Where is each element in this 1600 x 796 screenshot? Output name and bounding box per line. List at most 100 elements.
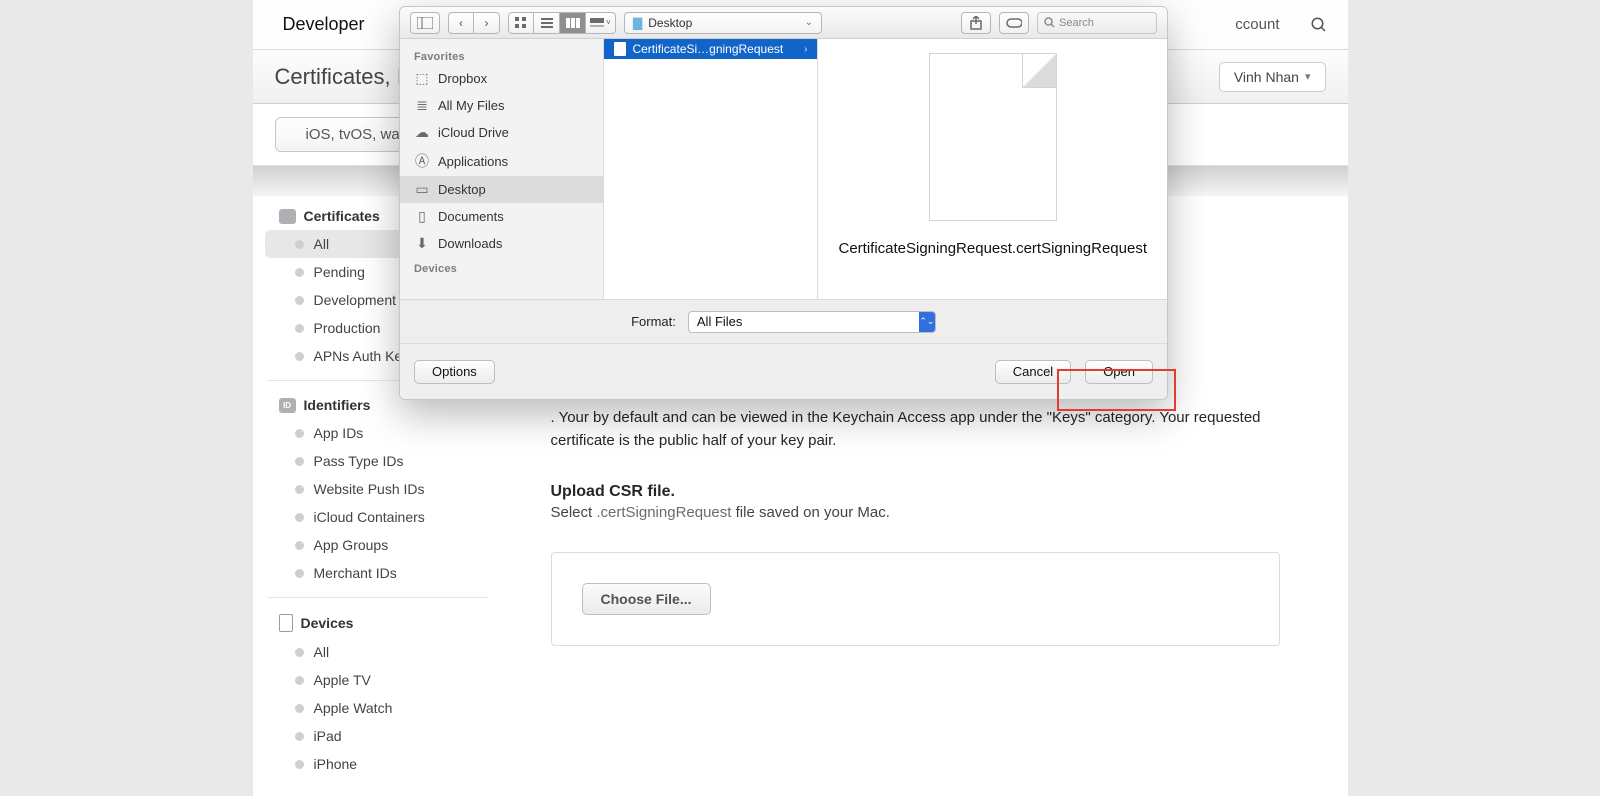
fav-icloud-drive[interactable]: ☁iCloud Drive: [400, 119, 603, 146]
icon-view-button[interactable]: [508, 12, 534, 34]
finder-preview-column: CertificateSigningRequest.certSigningReq…: [818, 39, 1167, 299]
dot-icon: [295, 676, 304, 685]
fav-applications[interactable]: ⒶApplications: [400, 146, 603, 176]
devices-header: Devices: [400, 257, 603, 277]
dot-icon: [295, 541, 304, 550]
share-button[interactable]: [961, 12, 991, 34]
dot-icon: [295, 296, 304, 305]
document-icon: [614, 42, 626, 56]
certificates-badge-icon: [279, 209, 296, 224]
chevron-right-icon: ›: [804, 44, 807, 55]
applications-icon: Ⓐ: [414, 151, 430, 171]
dot-icon: [295, 352, 304, 361]
dot-icon: [295, 704, 304, 713]
dot-icon: [295, 324, 304, 333]
upload-subtext: Select .certSigningRequest file saved on…: [551, 501, 1280, 524]
finder-browser: Favorites ⬚Dropbox ≣All My Files ☁iCloud…: [400, 39, 1167, 299]
back-button[interactable]: ‹: [448, 12, 474, 34]
fav-dropbox[interactable]: ⬚Dropbox: [400, 65, 603, 92]
file-preview-thumbnail: [929, 53, 1057, 221]
open-button[interactable]: Open: [1085, 360, 1153, 384]
file-name-full: CertificateSigningRequest.certSigningReq…: [838, 239, 1147, 259]
platform-tab-label: iOS, tvOS, wat: [306, 126, 404, 143]
dot-icon: [295, 429, 304, 438]
finder-open-dialog: ‹ › ˅ ▇ Desktop ⌄ Search Favorites: [399, 6, 1168, 400]
dot-icon: [295, 240, 304, 249]
csr-paragraph: . Your by default and can be viewed in t…: [551, 406, 1280, 453]
fav-downloads[interactable]: ⬇Downloads: [400, 230, 603, 257]
format-value: All Files: [697, 314, 743, 329]
dot-icon: [295, 569, 304, 578]
dropbox-icon: ⬚: [414, 70, 430, 87]
sidebar-item-devices-all[interactable]: All: [253, 638, 503, 666]
sidebar-item-devices-appletv[interactable]: Apple TV: [253, 666, 503, 694]
sidebar-item-website-push-ids[interactable]: Website Push IDs: [253, 475, 503, 503]
fav-all-my-files[interactable]: ≣All My Files: [400, 92, 603, 119]
dot-icon: [295, 485, 304, 494]
desktop-icon: ▭: [414, 181, 430, 198]
sidebar-item-pass-type-ids[interactable]: Pass Type IDs: [253, 447, 503, 475]
page-title: Certificates, I: [275, 64, 403, 90]
search-placeholder: Search: [1059, 17, 1094, 29]
nav-account-fragment[interactable]: ccount: [1235, 16, 1279, 33]
dot-icon: [295, 457, 304, 466]
csr-dropzone: Choose File...: [551, 552, 1280, 646]
upload-heading: Upload CSR file.: [551, 483, 1280, 501]
folder-icon: ▇: [633, 16, 642, 30]
options-button[interactable]: Options: [414, 360, 495, 384]
user-menu[interactable]: Vinh Nhan: [1219, 62, 1326, 92]
sidebar-item-merchant-ids[interactable]: Merchant IDs: [253, 559, 503, 587]
sidebar-item-devices-iphone[interactable]: iPhone: [253, 750, 503, 778]
sidebar-item-icloud-containers[interactable]: iCloud Containers: [253, 503, 503, 531]
identifiers-badge-icon: ID: [279, 398, 296, 413]
location-label: Desktop: [648, 16, 692, 30]
favorites-header: Favorites: [400, 45, 603, 65]
fav-documents[interactable]: ▯Documents: [400, 203, 603, 230]
format-label: Format:: [631, 314, 676, 329]
format-dropdown[interactable]: All Files ⌃⌄: [688, 311, 936, 333]
dot-icon: [295, 268, 304, 277]
sidebar-group-devices[interactable]: Devices: [253, 608, 503, 638]
finder-search-field[interactable]: Search: [1037, 12, 1157, 34]
sidebar-item-devices-applewatch[interactable]: Apple Watch: [253, 694, 503, 722]
dot-icon: [295, 513, 304, 522]
cancel-button[interactable]: Cancel: [995, 360, 1071, 384]
sidebar-item-app-groups[interactable]: App Groups: [253, 531, 503, 559]
dialog-button-row: Options Cancel Open: [400, 343, 1167, 399]
sidebar-group-title: Devices: [301, 615, 354, 631]
view-mode-segment: ˅: [508, 12, 616, 34]
all-files-icon: ≣: [414, 97, 430, 114]
dot-icon: [295, 760, 304, 769]
forward-button[interactable]: ›: [474, 12, 500, 34]
user-name: Vinh Nhan: [1234, 69, 1299, 85]
finder-toolbar: ‹ › ˅ ▇ Desktop ⌄ Search: [400, 7, 1167, 39]
cloud-icon: ☁: [414, 124, 430, 141]
column-view-button[interactable]: [560, 12, 586, 34]
coverflow-view-button[interactable]: ˅: [586, 12, 616, 34]
sidebar-item-app-ids[interactable]: App IDs: [253, 419, 503, 447]
dot-icon: [295, 732, 304, 741]
finder-sidebar: Favorites ⬚Dropbox ≣All My Files ☁iCloud…: [400, 39, 604, 299]
dot-icon: [295, 648, 304, 657]
page-fold-icon: [1022, 54, 1056, 88]
chevron-updown-icon: ⌃⌄: [919, 312, 935, 332]
documents-icon: ▯: [414, 208, 430, 225]
nav-search-icon[interactable]: [1310, 16, 1328, 34]
toggle-sidebar-button[interactable]: [410, 12, 440, 34]
sidebar-group-title: Identifiers: [304, 397, 371, 413]
file-row-csr[interactable]: CertificateSi…gningRequest ›: [604, 39, 817, 59]
list-view-button[interactable]: [534, 12, 560, 34]
location-dropdown[interactable]: ▇ Desktop ⌄: [624, 12, 822, 34]
nav-back-forward: ‹ ›: [448, 12, 500, 34]
brand-label: Developer: [283, 14, 365, 35]
fav-desktop[interactable]: ▭Desktop: [400, 176, 603, 203]
tags-button[interactable]: [999, 12, 1029, 34]
file-name-short: CertificateSi…gningRequest: [632, 42, 783, 56]
choose-file-button[interactable]: Choose File...: [582, 583, 711, 615]
sidebar-group-title: Certificates: [304, 208, 380, 224]
chevron-updown-icon: ⌄: [805, 17, 813, 28]
sidebar-item-devices-ipad[interactable]: iPad: [253, 722, 503, 750]
downloads-icon: ⬇: [414, 235, 430, 252]
device-badge-icon: [279, 614, 293, 632]
format-row: Format: All Files ⌃⌄: [400, 299, 1167, 343]
